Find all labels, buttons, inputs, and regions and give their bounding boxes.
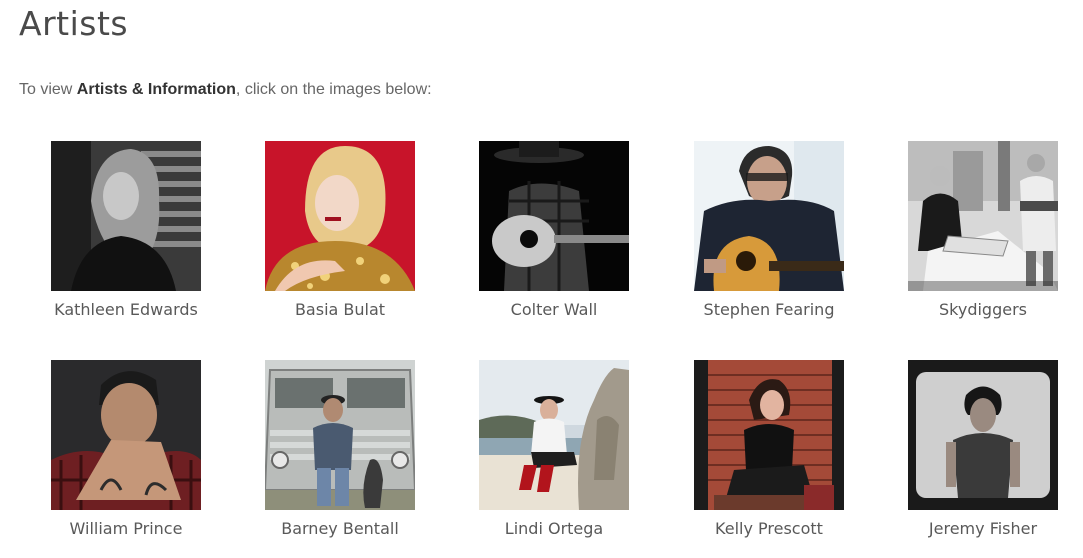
artist-card-skydiggers[interactable]: Skydiggers bbox=[908, 141, 1058, 319]
guitar-icon bbox=[694, 141, 844, 291]
artist-name[interactable]: Stephen Fearing bbox=[654, 300, 884, 319]
beach-icon bbox=[479, 360, 629, 510]
artist-photo[interactable] bbox=[265, 141, 415, 291]
portrait-icon bbox=[908, 360, 1058, 510]
artist-photo[interactable] bbox=[51, 360, 201, 510]
artist-photo[interactable] bbox=[694, 360, 844, 510]
portrait-icon bbox=[51, 360, 201, 510]
brick-wall-icon bbox=[694, 360, 844, 510]
artist-photo[interactable] bbox=[51, 141, 201, 291]
artist-name[interactable]: Kathleen Edwards bbox=[11, 300, 241, 319]
artist-name[interactable]: William Prince bbox=[11, 519, 241, 538]
artist-name[interactable]: Lindi Ortega bbox=[439, 519, 669, 538]
artist-photo[interactable] bbox=[908, 360, 1058, 510]
artist-card-colter-wall[interactable]: Colter Wall bbox=[479, 141, 629, 319]
artist-photo[interactable] bbox=[908, 141, 1058, 291]
artist-card-barney-bentall[interactable]: Barney Bentall bbox=[265, 360, 415, 538]
artist-photo[interactable] bbox=[694, 141, 844, 291]
artist-name[interactable]: Jeremy Fisher bbox=[868, 519, 1083, 538]
portrait-icon bbox=[51, 141, 201, 291]
artist-name[interactable]: Colter Wall bbox=[439, 300, 669, 319]
portrait-icon bbox=[265, 141, 415, 291]
bus-icon bbox=[265, 360, 415, 510]
artist-name[interactable]: Kelly Prescott bbox=[654, 519, 884, 538]
artist-card-jeremy-fisher[interactable]: Jeremy Fisher bbox=[908, 360, 1058, 538]
artist-card-kathleen-edwards[interactable]: Kathleen Edwards bbox=[51, 141, 201, 319]
guitar-icon bbox=[479, 141, 629, 291]
artist-card-lindi-ortega[interactable]: Lindi Ortega bbox=[479, 360, 629, 538]
artist-card-stephen-fearing[interactable]: Stephen Fearing bbox=[694, 141, 844, 319]
artist-name[interactable]: Barney Bentall bbox=[225, 519, 455, 538]
artist-photo[interactable] bbox=[265, 360, 415, 510]
artist-card-william-prince[interactable]: William Prince bbox=[51, 360, 201, 538]
artist-name[interactable]: Skydiggers bbox=[868, 300, 1083, 319]
artist-name[interactable]: Basia Bulat bbox=[225, 300, 455, 319]
artist-card-kelly-prescott[interactable]: Kelly Prescott bbox=[694, 360, 844, 538]
artist-card-basia-bulat[interactable]: Basia Bulat bbox=[265, 141, 415, 319]
artist-grid: Kathleen Edwards Basia Bulat Colter Wall… bbox=[0, 0, 1083, 558]
artist-photo[interactable] bbox=[479, 141, 629, 291]
artist-photo[interactable] bbox=[479, 360, 629, 510]
band-icon bbox=[908, 141, 1058, 291]
